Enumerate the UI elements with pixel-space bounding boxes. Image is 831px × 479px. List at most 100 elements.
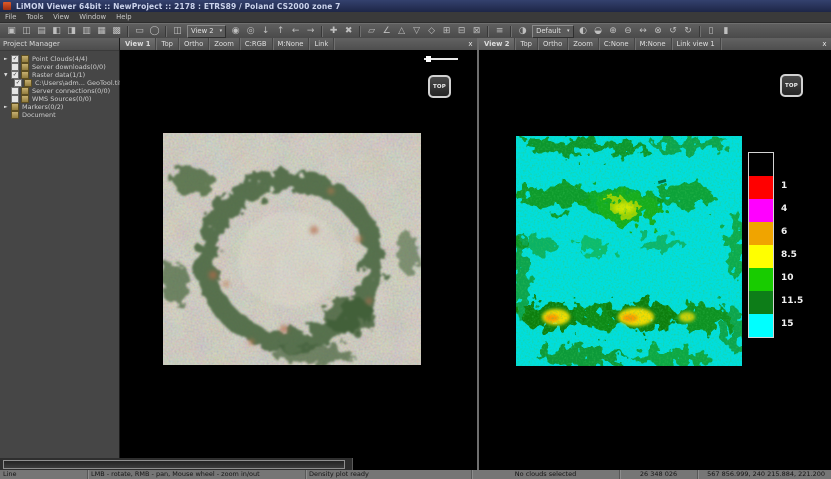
tab-view1-zoom[interactable]: Zoom	[209, 38, 240, 50]
expand-arrow-icon[interactable]: ►	[4, 105, 11, 110]
open-project-icon[interactable]: ◫	[19, 25, 34, 38]
split-view-icon[interactable]: ▯	[704, 25, 719, 38]
link-views-icon[interactable]: ▮	[719, 25, 734, 38]
status-bar: Line LMB - rotate, RMB - pan, Mouse whee…	[0, 470, 831, 479]
tree-item-server-downloads[interactable]: Server downloads(0/0)	[0, 63, 119, 71]
tab-view2-zoom[interactable]: Zoom	[568, 38, 599, 50]
classify-icon[interactable]: ⊟	[454, 25, 469, 38]
zoom-in-icon[interactable]: ⊕	[606, 25, 621, 38]
pick-point-icon[interactable]: ✚	[326, 25, 341, 38]
profile-icon[interactable]: △	[394, 25, 409, 38]
density-plot-image[interactable]	[516, 136, 742, 366]
chevron-down-icon: ▾	[220, 28, 223, 34]
tab-view1-top[interactable]: Top	[156, 38, 178, 50]
tab-view1-mode[interactable]: M:None	[273, 38, 310, 50]
pan-down-icon[interactable]: ↓	[258, 25, 273, 38]
brightness-icon[interactable]: ◐	[576, 25, 591, 38]
redo-icon[interactable]: ↻	[681, 25, 696, 38]
export-data-icon[interactable]: ◨	[64, 25, 79, 38]
print-icon[interactable]: ▩	[109, 25, 124, 38]
section-icon[interactable]: ▽	[409, 25, 424, 38]
tab-view2-color[interactable]: C:None	[599, 38, 635, 50]
active-view-dropdown[interactable]: View 2 ▾	[187, 25, 226, 38]
list-icon[interactable]: ≡	[492, 25, 507, 38]
pan-left-icon[interactable]: ←	[288, 25, 303, 38]
checkbox[interactable]	[11, 95, 19, 103]
legend-color-column	[748, 152, 774, 338]
angle-icon[interactable]: ∠	[379, 25, 394, 38]
tree-item-raster-data[interactable]: ▼ ✓ Raster data(1/1)	[0, 71, 119, 79]
undo-icon[interactable]: ↺	[666, 25, 681, 38]
expand-arrow-icon[interactable]: ►	[4, 57, 11, 62]
tab-view1-color[interactable]: C:RGB	[240, 38, 273, 50]
view2-close-icon[interactable]: x	[818, 38, 831, 50]
menu-view[interactable]: View	[48, 12, 74, 22]
tools-icon[interactable]: ⊗	[651, 25, 666, 38]
save-project-icon[interactable]: ▤	[34, 25, 49, 38]
tree-item-label: Raster data(1/1)	[32, 71, 85, 79]
filter-icon[interactable]: ⊠	[469, 25, 484, 38]
polygon-icon[interactable]: ◇	[424, 25, 439, 38]
color-mode-icon[interactable]: ◑	[515, 25, 530, 38]
menu-file[interactable]: File	[0, 12, 21, 22]
view-layout-icon[interactable]: ◫	[170, 25, 185, 38]
main-toolbar: ▣ ◫ ▤ ◧ ◨ ▥ ▦ ▩ ▭ ◯ ◫ View 2 ▾ ◉ ◎ ↓ ↑ ←…	[0, 23, 831, 38]
menu-help[interactable]: Help	[111, 12, 137, 22]
view1-viewport[interactable]: TOP	[120, 50, 477, 470]
pan-right-icon[interactable]: →	[303, 25, 318, 38]
legend-label: 10	[781, 267, 803, 290]
tab-view2-ortho[interactable]: Ortho	[538, 38, 568, 50]
tree-item-server-connections[interactable]: Server connections(0/0)	[0, 87, 119, 95]
tab-view1[interactable]: View 1	[120, 38, 156, 50]
tab-view2-link[interactable]: Link view 1	[672, 38, 721, 50]
tree-item-label: Document	[22, 111, 56, 119]
view1-top-orientation-button[interactable]: TOP	[428, 75, 451, 98]
legend-swatch	[749, 314, 773, 337]
menu-tools[interactable]: Tools	[21, 12, 48, 22]
tab-view2-top[interactable]: Top	[515, 38, 537, 50]
erase-icon[interactable]: ✖	[341, 25, 356, 38]
ruler-icon[interactable]: ▱	[364, 25, 379, 38]
view1-close-icon[interactable]: x	[464, 38, 477, 50]
tree-item-markers[interactable]: ► Markers(0/2)	[0, 103, 119, 111]
new-project-icon[interactable]: ▣	[4, 25, 19, 38]
checkbox[interactable]	[11, 87, 19, 95]
fit-view-icon[interactable]: ◎	[243, 25, 258, 38]
tree-item-point-clouds[interactable]: ► ✓ Point Clouds(4/4)	[0, 55, 119, 63]
scale-knob[interactable]	[426, 56, 431, 62]
profile-dropdown[interactable]: Default ▾	[532, 25, 573, 38]
tab-view2-mode[interactable]: M:None	[635, 38, 672, 50]
tree-item-label: Server downloads(0/0)	[32, 63, 106, 71]
checkbox[interactable]: ✓	[14, 79, 22, 87]
view2-top-orientation-button[interactable]: TOP	[780, 74, 803, 97]
select-rect-icon[interactable]: ▭	[132, 25, 147, 38]
tree-item-label: Server connections(0/0)	[32, 87, 110, 95]
scale-slider[interactable]	[424, 56, 458, 62]
tree-item-raster-file[interactable]: ✓ C:\Users\adm... GeoTool.tif	[0, 79, 119, 87]
legend-swatch	[749, 291, 773, 314]
view2-viewport[interactable]: TOP	[479, 50, 831, 470]
contrast-icon[interactable]: ◒	[591, 25, 606, 38]
tab-view1-link[interactable]: Link	[309, 38, 334, 50]
tree-item-document[interactable]: Document	[0, 111, 119, 119]
tree-item-label: Point Clouds(4/4)	[32, 55, 88, 63]
orthophoto-image[interactable]	[163, 133, 421, 365]
checkbox[interactable]: ✓	[11, 71, 19, 79]
select-circle-icon[interactable]: ◯	[147, 25, 162, 38]
reset-view-icon[interactable]: ↔	[636, 25, 651, 38]
tab-view1-ortho[interactable]: Ortho	[179, 38, 209, 50]
density-tool-icon[interactable]: ⊞	[439, 25, 454, 38]
expand-arrow-icon[interactable]: ▼	[4, 73, 11, 78]
pan-up-icon[interactable]: ↑	[273, 25, 288, 38]
import-data-icon[interactable]: ◧	[49, 25, 64, 38]
checkbox[interactable]	[11, 63, 19, 71]
tab-view2[interactable]: View 2	[479, 38, 515, 50]
tree-item-wms-sources[interactable]: WMS Sources(0/0)	[0, 95, 119, 103]
layers-icon[interactable]: ▦	[94, 25, 109, 38]
checkbox[interactable]: ✓	[11, 55, 19, 63]
menu-window[interactable]: Window	[74, 12, 111, 22]
camera-icon[interactable]: ◉	[228, 25, 243, 38]
zoom-out-icon[interactable]: ⊖	[621, 25, 636, 38]
status-ready: Density plot ready	[306, 470, 472, 479]
copy-view-icon[interactable]: ▥	[79, 25, 94, 38]
